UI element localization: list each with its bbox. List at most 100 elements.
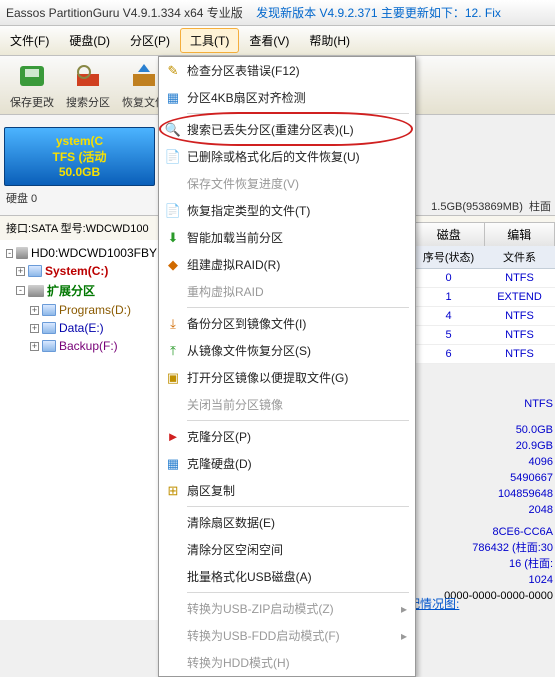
menu-item[interactable]: ⬇智能加载当前分区 [159,224,415,251]
menu-item[interactable]: ⤒从镜像文件恢复分区(S) [159,337,415,364]
menu-item-label: 转换为USB-ZIP启动模式(Z) [187,600,401,617]
menu-item-icon: ▦ [163,456,183,472]
menu-item-label: 分区4KB扇区对齐检测 [187,89,407,106]
menu-item-label: 重构虚拟RAID [187,283,407,300]
col-fs[interactable]: 文件系 [484,246,555,268]
disk-visual: ystem(C TFS (活动 50.0GB 硬盘 0 [0,115,160,215]
partition-table: 序号(状态) 文件系 0NTFS1EXTEND4NTFS5NTFS6NTFS [413,246,555,364]
menu-item: 转换为USB-ZIP启动模式(Z)▸ [159,595,415,622]
col-seq[interactable]: 序号(状态) [413,246,484,268]
menu-item[interactable]: 清除分区空闲空间 [159,536,415,563]
menu-item-label: 转换为HDD模式(H) [187,654,407,671]
menu-item-icon: 📄 [163,149,183,165]
menu-item-icon [163,569,183,585]
menu-item[interactable]: ⊞扇区复制 [159,477,415,504]
menu-item[interactable]: ▣打开分区镜像以便提取文件(G) [159,364,415,391]
menu-item-label: 组建虚拟RAID(R) [187,256,407,273]
menu-item-label: 恢复指定类型的文件(T) [187,202,407,219]
tools-dropdown: ✎检查分区表错误(F12)▦分区4KB扇区对齐检测🔍搜索已丢失分区(重建分区表)… [158,56,416,677]
menu-item[interactable]: ✎检查分区表错误(F12) [159,57,415,84]
menu-item[interactable]: 批量格式化USB磁盘(A) [159,563,415,590]
menu-item[interactable]: ▦分区4KB扇区对齐检测 [159,84,415,111]
menu-item-icon [163,284,183,300]
menu-item-label: 清除分区空闲空间 [187,541,407,558]
tree-programs[interactable]: +Programs(D:) [2,301,157,319]
table-row[interactable]: 0NTFS [413,269,555,288]
search-partition-icon [72,60,104,92]
disk-tree[interactable]: -HD0:WDCWD1003FBY +System(C:) -扩展分区 +Pro… [0,240,160,620]
save-icon [16,60,48,92]
menu-item[interactable]: 📄已删除或格式化后的文件恢复(U) [159,143,415,170]
menu-item-icon [163,542,183,558]
menu-item-icon: ▦ [163,90,183,106]
menu-item-icon [163,397,183,413]
menu-partition[interactable]: 分区(P) [120,28,180,53]
menu-item-label: 打开分区镜像以便提取文件(G) [187,369,407,386]
toolbar-save[interactable]: 保存更改 [4,58,60,112]
tab-edit[interactable]: 编辑 [485,223,555,246]
tree-system[interactable]: +System(C:) [2,262,157,280]
menu-item-icon: ⬇ [163,230,183,246]
tree-root[interactable]: -HD0:WDCWD1003FBY [2,244,157,262]
disk-label: 硬盘 0 [4,190,155,206]
table-row[interactable]: 5NTFS [413,326,555,345]
table-row[interactable]: 6NTFS [413,345,555,364]
menu-item-label: 扇区复制 [187,482,407,499]
menu-item-icon [163,515,183,531]
menu-item-label: 从镜像文件恢复分区(S) [187,342,407,359]
menu-item-icon: 🔍 [163,122,183,138]
menu-item[interactable]: ▦克隆硬盘(D) [159,450,415,477]
menu-item-icon [163,655,183,671]
menu-item-icon: ▣ [163,370,183,386]
menu-disk[interactable]: 硬盘(D) [59,28,120,53]
menu-item-label: 已删除或格式化后的文件恢复(U) [187,148,407,165]
menu-item: 保存文件恢复进度(V) [159,170,415,197]
menu-item: 转换为HDD模式(H) [159,649,415,676]
table-row[interactable]: 1EXTEND [413,288,555,307]
volume-icon [28,265,42,277]
tree-extended[interactable]: -扩展分区 [2,280,157,301]
menu-item[interactable]: 清除扇区数据(E) [159,509,415,536]
disk-icon [28,285,44,297]
tree-data[interactable]: +Data(E:) [2,319,157,337]
menu-item-label: 清除扇区数据(E) [187,514,407,531]
menu-item-label: 批量格式化USB磁盘(A) [187,568,407,585]
disk-icon [16,247,28,259]
tree-backup[interactable]: +Backup(F:) [2,337,157,355]
partition-block-system[interactable]: ystem(C TFS (活动 50.0GB [4,127,155,186]
menu-item[interactable]: ⤓备份分区到镜像文件(I) [159,310,415,337]
menu-item-icon [163,628,183,644]
menu-item: 关闭当前分区镜像 [159,391,415,418]
menu-item[interactable]: ◆组建虚拟RAID(R) [159,251,415,278]
volume-icon [42,322,56,334]
menu-item-label: 克隆硬盘(D) [187,455,407,472]
menu-item-label: 检查分区表错误(F12) [187,62,407,79]
tab-disk[interactable]: 磁盘 [414,223,485,246]
toolbar-search[interactable]: 搜索分区 [60,58,116,112]
partition-details: NTFS 50.0GB 20.9GB 4096 5490667 10485964… [417,396,553,604]
menu-item-label: 智能加载当前分区 [187,229,407,246]
table-row[interactable]: 4NTFS [413,307,555,326]
volume-icon [42,340,56,352]
menu-item[interactable]: ►克隆分区(P) [159,423,415,450]
menu-item-icon: ✎ [163,63,183,79]
menu-item-label: 关闭当前分区镜像 [187,396,407,413]
menu-item-icon [163,176,183,192]
menu-tools[interactable]: 工具(T) [180,28,239,53]
menu-file[interactable]: 文件(F) [0,28,59,53]
menu-item[interactable]: 📄恢复指定类型的文件(T) [159,197,415,224]
menu-item: 重构虚拟RAID [159,278,415,305]
menu-item-icon [163,601,183,617]
menu-item-label: 克隆分区(P) [187,428,407,445]
update-notice[interactable]: 发现新版本 V4.9.2.371 主要更新如下：12. Fix [256,6,501,20]
menu-item[interactable]: 🔍搜索已丢失分区(重建分区表)(L) [159,116,415,143]
menu-item-icon: ► [163,429,183,445]
menu-item-icon: ⊞ [163,483,183,499]
recover-file-icon [128,60,160,92]
menu-help[interactable]: 帮助(H) [299,28,360,53]
menu-view[interactable]: 查看(V) [239,28,299,53]
title-bar: Eassos PartitionGuru V4.9.1.334 x64 专业版 … [0,0,555,26]
volume-icon [42,304,56,316]
app-title: Eassos PartitionGuru V4.9.1.334 x64 专业版 [6,6,243,20]
menu-bar: 文件(F) 硬盘(D) 分区(P) 工具(T) 查看(V) 帮助(H) [0,26,555,56]
